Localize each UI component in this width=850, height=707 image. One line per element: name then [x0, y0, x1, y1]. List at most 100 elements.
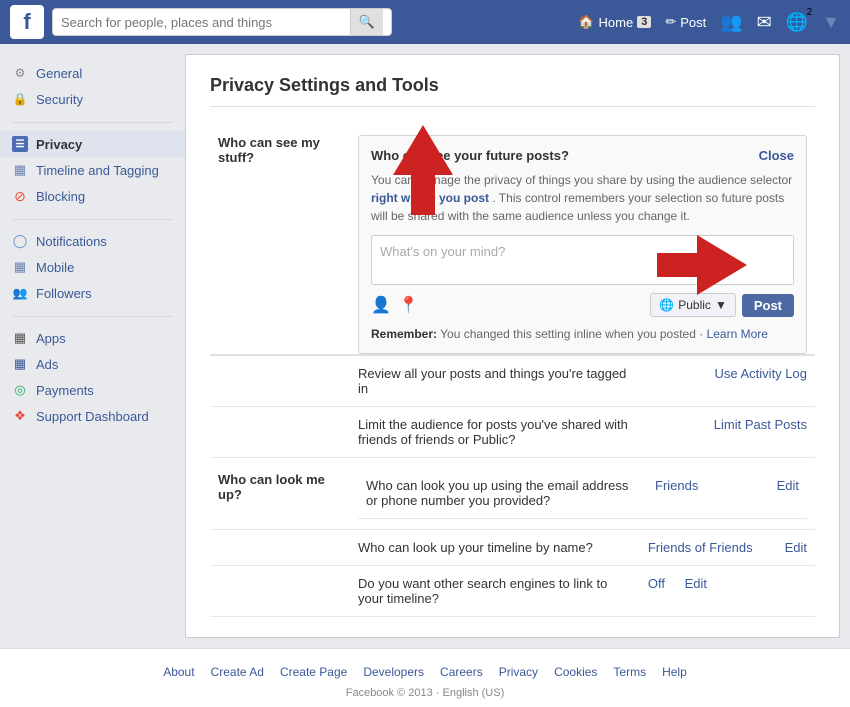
sidebar-divider-3 — [12, 316, 173, 317]
future-posts-box: Who can see your future posts? Close You… — [358, 135, 807, 354]
sidebar-section-privacy: Privacy Timeline and Tagging Blocking — [0, 131, 185, 209]
sidebar-item-privacy[interactable]: Privacy — [0, 131, 185, 157]
sidebar-item-notifications[interactable]: Notifications — [0, 228, 185, 254]
mobile-icon — [12, 259, 28, 275]
footer-link-cookies[interactable]: Cookies — [554, 665, 597, 679]
sidebar-item-security[interactable]: Security — [0, 86, 185, 112]
sidebar-section-account: General Security — [0, 60, 185, 112]
lookup-row-0: Who can look you up using the email addr… — [358, 468, 807, 519]
lookup-0-edit[interactable]: Edit — [777, 478, 799, 493]
sidebar-label-notifications: Notifications — [36, 234, 107, 249]
lookup-1-value: Friends of Friends — [648, 540, 753, 555]
sidebar-divider-1 — [12, 122, 173, 123]
sidebar-divider-2 — [12, 219, 173, 220]
sidebar-section-comms: Notifications Mobile Followers — [0, 228, 185, 306]
sidebar-item-ads[interactable]: Ads — [0, 351, 185, 377]
lookup-2-edit[interactable]: Edit — [685, 576, 707, 591]
lookup-1-header — [210, 530, 350, 566]
sidebar-label-security: Security — [36, 92, 83, 107]
lookup-2-value: Off — [648, 576, 665, 591]
sidebar-label-blocking: Blocking — [36, 189, 85, 204]
general-icon — [12, 65, 28, 81]
tag-friends-button[interactable]: 👤 — [371, 295, 391, 315]
notifications-badge: 2 — [803, 6, 817, 19]
sidebar-label-privacy: Privacy — [36, 137, 82, 152]
nav-divider: ▼ — [822, 12, 840, 33]
search-input[interactable] — [61, 15, 344, 30]
lookup-1-desc: Who can look up your timeline by name? — [350, 530, 640, 566]
lookup-2-value-action: Off Edit — [640, 566, 815, 617]
public-label: Public — [678, 298, 711, 312]
sidebar-label-payments: Payments — [36, 383, 94, 398]
footer-link-careers[interactable]: Careers — [440, 665, 483, 679]
search-submit-button[interactable]: 🔍 — [350, 9, 383, 35]
footer-link-help[interactable]: Help — [662, 665, 687, 679]
lookup-row-2: Do you want other search engines to link… — [210, 566, 815, 617]
lookup-row-1: Who can look up your timeline by name? F… — [210, 530, 815, 566]
nav-right: 🏠 Home 3 ✏ Post 👥 ✉ 🌐 2 ▼ — [578, 12, 840, 33]
limit-past-link[interactable]: Limit Past Posts — [714, 417, 807, 432]
privacy-icon — [12, 136, 28, 152]
nav-post[interactable]: ✏ Post — [665, 14, 706, 30]
close-link[interactable]: Close — [759, 148, 794, 163]
post-icon: ✏ — [665, 14, 676, 30]
limit-past-header — [210, 407, 350, 458]
sidebar-item-blocking[interactable]: Blocking — [0, 183, 185, 209]
sidebar-item-mobile[interactable]: Mobile — [0, 254, 185, 280]
sidebar-item-timeline[interactable]: Timeline and Tagging — [0, 157, 185, 183]
sidebar-item-payments[interactable]: Payments — [0, 377, 185, 403]
compose-placeholder: What's on your mind? — [380, 244, 505, 259]
dropdown-icon: ▼ — [715, 298, 727, 312]
remember-text: You changed this setting inline when you… — [440, 327, 703, 341]
footer-link-create-page[interactable]: Create Page — [280, 665, 347, 679]
row-activity-log: Review all your posts and things you're … — [210, 355, 815, 407]
lookup-0-text: Who can look you up using the email addr… — [366, 478, 628, 508]
sidebar-item-followers[interactable]: Followers — [0, 280, 185, 306]
sidebar-label-apps: Apps — [36, 331, 66, 346]
desc-link[interactable]: right where you post — [371, 191, 489, 205]
lookup-1-edit[interactable]: Edit — [785, 540, 807, 555]
post-submit-button[interactable]: Post — [742, 294, 794, 317]
lookup-first-desc: Who can look you up using the email addr… — [350, 458, 815, 530]
audience-selector-button[interactable]: 🌐 Public ▼ — [650, 293, 736, 317]
footer-link-developers[interactable]: Developers — [363, 665, 424, 679]
home-badge: 3 — [637, 16, 651, 28]
post-controls: 👤 📍 🌐 Public ▼ Post — [371, 293, 794, 317]
activity-log-link[interactable]: Use Activity Log — [715, 366, 808, 381]
ads-icon — [12, 356, 28, 372]
sidebar-item-apps[interactable]: Apps — [0, 325, 185, 351]
sidebar-label-followers: Followers — [36, 286, 92, 301]
location-button[interactable]: 📍 — [399, 295, 419, 315]
nav-home[interactable]: 🏠 Home 3 — [578, 14, 651, 30]
future-posts-header: Who can see your future posts? Close — [371, 148, 794, 163]
support-icon — [12, 408, 28, 424]
limit-past-desc: Limit the audience for posts you've shar… — [350, 407, 640, 458]
top-navigation: f 🔍 🏠 Home 3 ✏ Post 👥 ✉ 🌐 2 ▼ — [0, 0, 850, 44]
apps-icon — [12, 330, 28, 346]
sidebar-label-support: Support Dashboard — [36, 409, 149, 424]
messages-icon[interactable]: ✉ — [757, 12, 772, 33]
footer-link-privacy[interactable]: Privacy — [499, 665, 538, 679]
friend-request-icon[interactable]: 👥 — [720, 12, 742, 33]
lookup-2-header — [210, 566, 350, 617]
footer-link-create-ad[interactable]: Create Ad — [211, 665, 264, 679]
footer-link-about[interactable]: About — [163, 665, 194, 679]
nav-home-label: Home — [599, 15, 634, 30]
sidebar-label-mobile: Mobile — [36, 260, 74, 275]
learn-more-link[interactable]: Learn More — [707, 327, 768, 341]
footer-links: About Create Ad Create Page Developers Caree… — [24, 665, 826, 679]
globe-icon: 🌐 — [659, 298, 674, 312]
future-posts-cell: Who can see your future posts? Close You… — [350, 125, 815, 355]
activity-log-desc: Review all your posts and things you're … — [350, 355, 640, 407]
footer-link-terms[interactable]: Terms — [613, 665, 646, 679]
home-icon: 🏠 — [578, 14, 594, 30]
post-compose-area[interactable]: What's on your mind? — [371, 235, 794, 285]
lookup-2-desc: Do you want other search engines to link… — [350, 566, 640, 617]
sidebar-item-support[interactable]: Support Dashboard — [0, 403, 185, 429]
search-bar: 🔍 — [52, 8, 392, 36]
notifications-sidebar-icon — [12, 233, 28, 249]
section-header-who: Who can see my stuff? — [210, 125, 350, 355]
sidebar-item-general[interactable]: General — [0, 60, 185, 86]
lookup-1-value-action: Friends of Friends Edit — [640, 530, 815, 565]
notifications-icon-wrapper[interactable]: 🌐 2 — [786, 12, 808, 33]
